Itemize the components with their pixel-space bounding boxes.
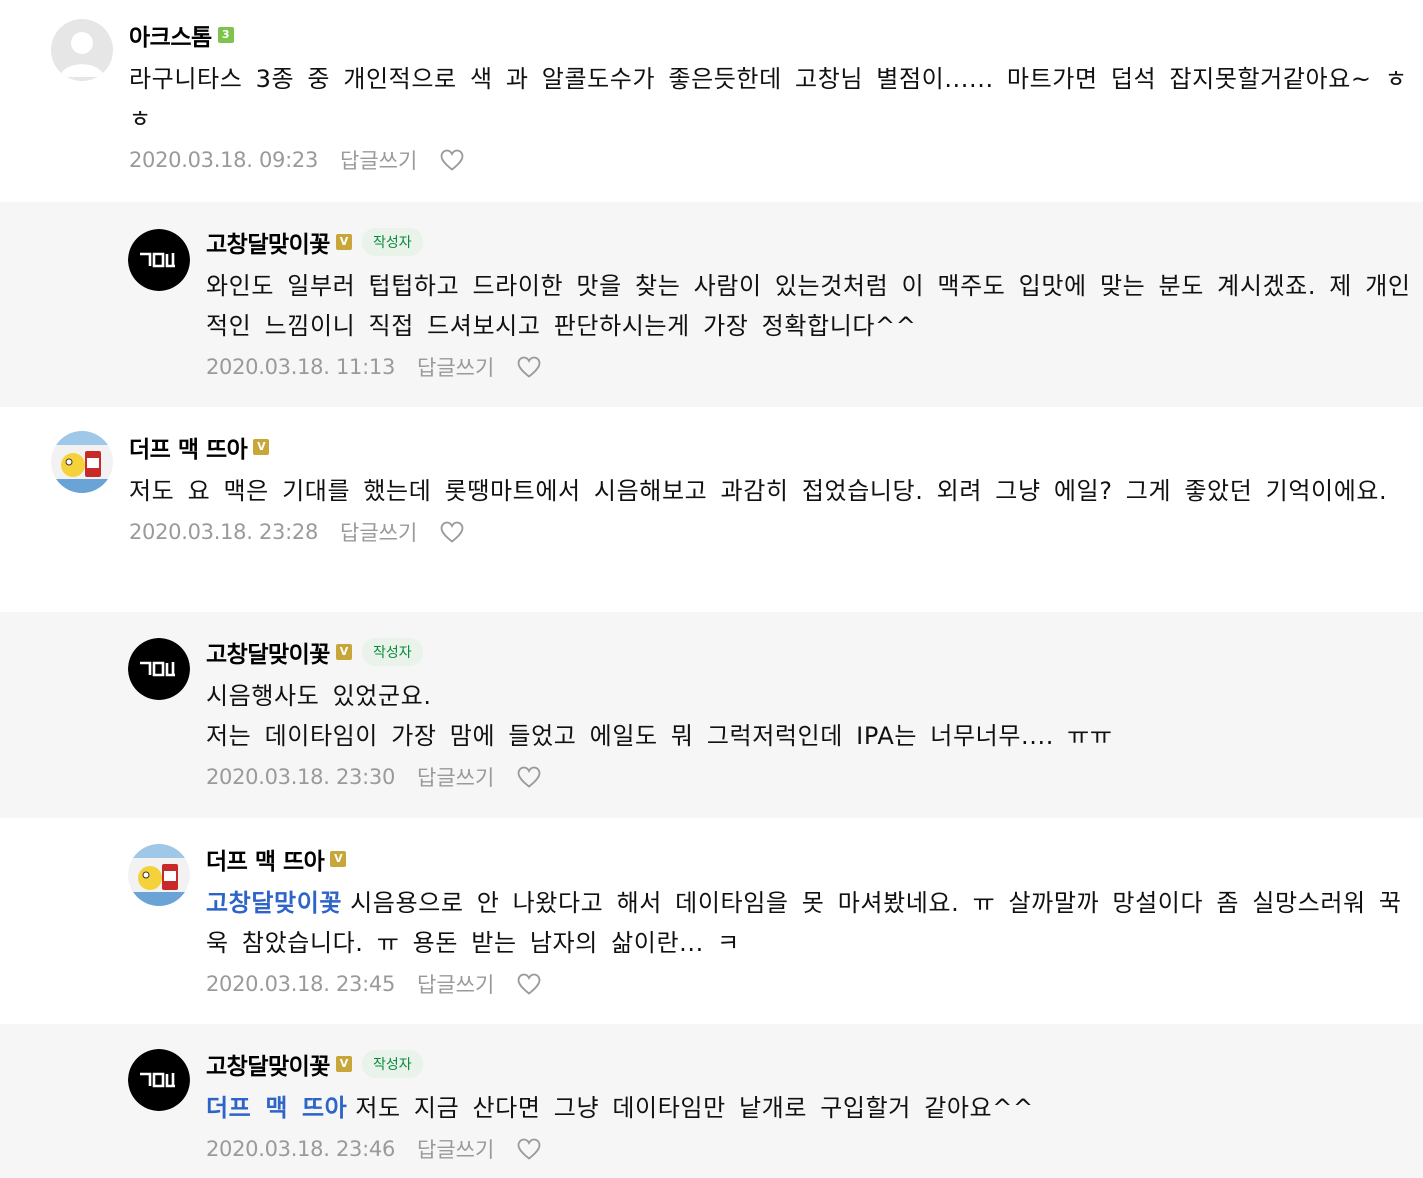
heart-icon[interactable] bbox=[516, 972, 542, 996]
comment-item: 아크스톰 3 라구니타스 3종 중 개인적으로 색 과 알콜도수가 좋은듯한데 … bbox=[0, 0, 1423, 200]
reply-item: 고창달맞이꽃 V 작성자 와인도 일부러 텁텁하고 드라이한 맛을 찾는 사람이… bbox=[0, 202, 1423, 407]
comment-text: 시음행사도 있었군요. 저는 데이타임이 가장 맘에 들었고 에일도 뭐 그럭저… bbox=[206, 676, 1423, 756]
reply-button[interactable]: 답글쓰기 bbox=[417, 762, 494, 792]
heart-icon[interactable] bbox=[439, 520, 465, 544]
comment-text-body: 시음용으로 안 나왔다고 해서 데이타임을 못 마셔봤네요. ㅠ 살까말까 망설… bbox=[206, 889, 1402, 957]
v-badge-icon: V bbox=[335, 644, 352, 660]
comment-date: 2020.03.18. 09:23 bbox=[129, 148, 319, 172]
avatar[interactable] bbox=[51, 19, 113, 81]
avatar[interactable] bbox=[51, 431, 113, 493]
v-badge-icon: V bbox=[253, 439, 270, 455]
comment-text: 저도 요 맥은 기대를 했는데 롯땡마트에서 시음해보고 과감히 접었습니당. … bbox=[129, 477, 1388, 505]
reply-button[interactable]: 답글쓰기 bbox=[417, 352, 494, 382]
nickname[interactable]: 고창달맞이꽃 bbox=[206, 1047, 330, 1081]
comment-date: 2020.03.18. 23:28 bbox=[129, 520, 319, 544]
comment-text-line: 시음행사도 있었군요. bbox=[206, 682, 432, 710]
mention-link[interactable]: 더프 맥 뜨아 bbox=[206, 1094, 347, 1122]
avatar[interactable] bbox=[128, 229, 190, 291]
reply-button[interactable]: 답글쓰기 bbox=[340, 145, 417, 175]
comment-text-body: 저도 지금 산다면 그냥 데이타임만 낱개로 구입할거 같아요^^ bbox=[355, 1094, 1034, 1122]
reply-item: 고창달맞이꽃 V 작성자 더프 맥 뜨아 저도 지금 산다면 그냥 데이타임만 낱… bbox=[0, 1024, 1423, 1178]
comment-body: 고창달맞이꽃 V 작성자 시음행사도 있었군요. 저는 데이타임이 가장 맘에 … bbox=[206, 637, 1423, 793]
heart-icon[interactable] bbox=[516, 355, 542, 379]
comment-text: 라구니타스 3종 중 개인적으로 색 과 알콜도수가 좋은듯한데 고창님 별점이… bbox=[129, 65, 1408, 133]
comment-item: 더프 맥 뜨아 V 저도 요 맥은 기대를 했는데 롯땡마트에서 시음해보고 과… bbox=[0, 407, 1423, 612]
v-badge-icon: V bbox=[335, 234, 352, 250]
comment-text: 와인도 일부러 텁텁하고 드라이한 맛을 찾는 사람이 있는것처럼 이 맥주도 … bbox=[206, 272, 1411, 340]
author-tag: 작성자 bbox=[361, 228, 423, 256]
gdl-logo-icon bbox=[128, 229, 190, 291]
comment-text: 고창달맞이꽃 시음용으로 안 나왔다고 해서 데이타임을 못 마셔봤네요. ㅠ 살… bbox=[206, 883, 1423, 963]
nickname[interactable]: 고창달맞이꽃 bbox=[206, 635, 330, 669]
comment-body: 더프 맥 뜨아 V 저도 요 맥은 기대를 했는데 롯땡마트에서 시음해보고 과… bbox=[129, 432, 1423, 548]
nickname[interactable]: 아크스톰 bbox=[129, 18, 212, 52]
author-tag: 작성자 bbox=[361, 1050, 423, 1078]
gdl-logo-icon bbox=[128, 1049, 190, 1111]
comment-text-line: 저는 데이타임이 가장 맘에 들었고 에일도 뭐 그럭저럭인데 IPA는 너무너… bbox=[206, 722, 1113, 750]
comment-body: 더프 맥 뜨아 V 고창달맞이꽃 시음용으로 안 나왔다고 해서 데이타임을 못 … bbox=[206, 844, 1423, 1000]
heart-icon[interactable] bbox=[439, 148, 465, 172]
reply-button[interactable]: 답글쓰기 bbox=[340, 517, 417, 547]
default-avatar-icon bbox=[51, 19, 113, 81]
reply-button[interactable]: 답글쓰기 bbox=[417, 1134, 494, 1164]
comment-date: 2020.03.18. 23:46 bbox=[206, 1137, 396, 1161]
v-badge-icon: V bbox=[335, 1056, 352, 1072]
comment-date: 2020.03.18. 23:30 bbox=[206, 765, 396, 789]
nickname[interactable]: 고창달맞이꽃 bbox=[206, 225, 330, 259]
reply-item: 고창달맞이꽃 V 작성자 시음행사도 있었군요. 저는 데이타임이 가장 맘에 … bbox=[0, 612, 1423, 818]
comment-date: 2020.03.18. 23:45 bbox=[206, 972, 396, 996]
avatar[interactable] bbox=[128, 844, 190, 906]
v-badge-icon: V bbox=[330, 851, 347, 867]
mention-link[interactable]: 고창달맞이꽃 bbox=[206, 889, 342, 917]
avatar[interactable] bbox=[128, 1049, 190, 1111]
reply-item: 더프 맥 뜨아 V 고창달맞이꽃 시음용으로 안 나왔다고 해서 데이타임을 못 … bbox=[0, 818, 1423, 1024]
comment-body: 고창달맞이꽃 V 작성자 더프 맥 뜨아 저도 지금 산다면 그냥 데이타임만 낱… bbox=[206, 1049, 1423, 1165]
heart-icon[interactable] bbox=[516, 1137, 542, 1161]
comment-body: 아크스톰 3 라구니타스 3종 중 개인적으로 색 과 알콜도수가 좋은듯한데 … bbox=[129, 20, 1423, 176]
comment-text: 더프 맥 뜨아 저도 지금 산다면 그냥 데이타임만 낱개로 구입할거 같아요^^ bbox=[206, 1088, 1423, 1128]
nickname[interactable]: 더프 맥 뜨아 bbox=[206, 842, 325, 876]
cartoon-avatar-icon bbox=[51, 431, 113, 493]
heart-icon[interactable] bbox=[516, 765, 542, 789]
comment-date: 2020.03.18. 11:13 bbox=[206, 355, 396, 379]
avatar[interactable] bbox=[128, 638, 190, 700]
nickname[interactable]: 더프 맥 뜨아 bbox=[129, 430, 248, 464]
gdl-logo-icon bbox=[128, 638, 190, 700]
level-badge-icon: 3 bbox=[217, 27, 234, 43]
cartoon-avatar-icon bbox=[128, 844, 190, 906]
author-tag: 작성자 bbox=[361, 638, 423, 666]
reply-button[interactable]: 답글쓰기 bbox=[417, 969, 494, 999]
comment-body: 고창달맞이꽃 V 작성자 와인도 일부러 텁텁하고 드라이한 맛을 찾는 사람이… bbox=[206, 227, 1423, 383]
